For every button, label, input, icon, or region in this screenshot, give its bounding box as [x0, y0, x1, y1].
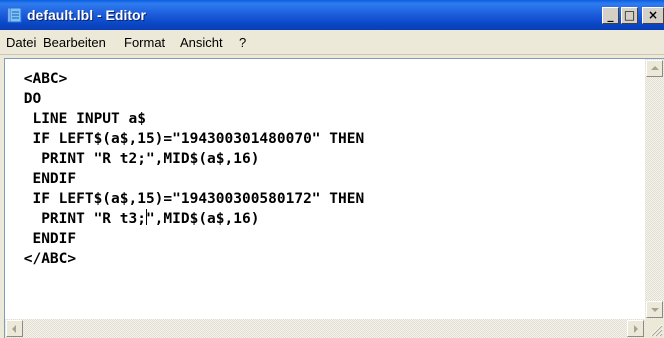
code-line: </ABC> [15, 251, 77, 267]
scroll-right-button[interactable] [627, 320, 644, 337]
menu-help[interactable]: ? [239, 35, 246, 50]
arrow-left-icon [12, 325, 16, 333]
code-line: PRINT "R t2;",MID$(a$,16) [15, 151, 260, 167]
maximize-icon: □ [623, 8, 636, 22]
horizontal-scrollbar[interactable] [5, 319, 645, 338]
arrow-down-icon [651, 308, 659, 312]
code-line: LINE INPUT a$ [15, 111, 146, 127]
resize-grip-icon [650, 324, 663, 337]
resize-grip[interactable] [645, 319, 664, 338]
close-button[interactable]: × [642, 7, 664, 24]
scroll-down-button[interactable] [646, 301, 663, 318]
maximize-button[interactable]: □ [621, 7, 638, 24]
vertical-scrollbar[interactable] [645, 59, 664, 319]
editor-frame: <ABC> DO LINE INPUT a$ IF LEFT$(a$,15)="… [4, 58, 664, 338]
code-line: IF LEFT$(a$,15)="194300301480070" THEN [15, 131, 365, 147]
menu-bar: Datei Bearbeiten Format Ansicht ? [0, 30, 664, 55]
minimize-icon: _ [607, 8, 614, 22]
scroll-up-button[interactable] [646, 60, 663, 77]
window-title: default.lbl - Editor [27, 7, 146, 23]
menu-bearbeiten[interactable]: Bearbeiten [43, 35, 106, 50]
code-line-with-caret: PRINT "R t3;",MID$(a$,16) [15, 209, 259, 229]
close-icon: × [647, 8, 659, 22]
arrow-up-icon [651, 66, 659, 70]
notepad-icon [7, 7, 22, 23]
code-segment: ",MID$(a$,16) [145, 211, 260, 227]
code-line: ENDIF [15, 171, 77, 187]
code-line: ENDIF [15, 231, 77, 247]
code-line: DO [15, 91, 42, 107]
title-bar[interactable]: default.lbl - Editor _ □ × [0, 0, 664, 30]
arrow-right-icon [634, 325, 638, 333]
editor-window: default.lbl - Editor _ □ × Datei Bearbei… [0, 0, 664, 338]
menu-ansicht[interactable]: Ansicht [180, 35, 223, 50]
code-line: <ABC> [15, 71, 68, 87]
minimize-button[interactable]: _ [602, 7, 619, 24]
code-line: IF LEFT$(a$,15)="194300300580172" THEN [15, 191, 365, 207]
code-segment: PRINT "R t3; [15, 211, 146, 227]
scroll-left-button[interactable] [6, 320, 23, 337]
text-editor[interactable]: <ABC> DO LINE INPUT a$ IF LEFT$(a$,15)="… [5, 59, 645, 319]
menu-format[interactable]: Format [124, 35, 165, 50]
menu-datei[interactable]: Datei [6, 35, 36, 50]
